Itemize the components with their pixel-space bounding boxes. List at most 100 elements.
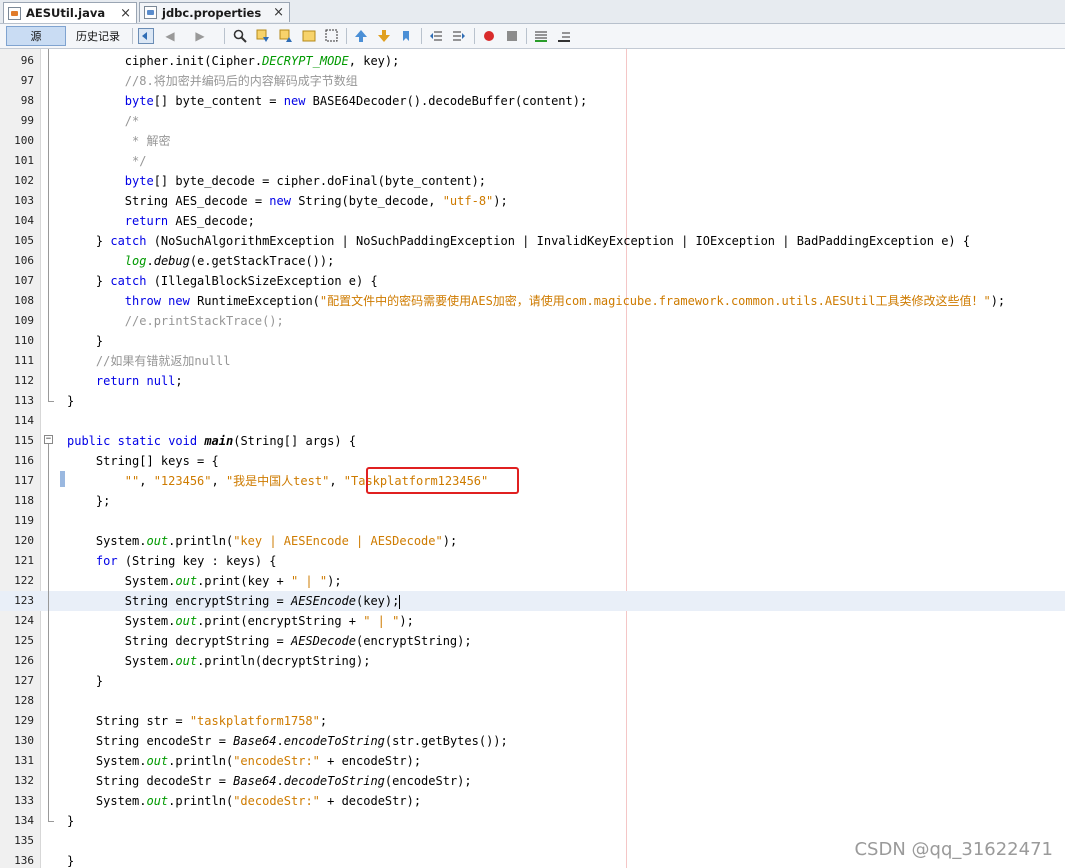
code-line[interactable]: 114 bbox=[0, 411, 1065, 431]
code-line[interactable]: 102 byte[] byte_decode = cipher.doFinal(… bbox=[0, 171, 1065, 191]
code-text[interactable]: System.out.print(encryptString + " | "); bbox=[67, 611, 414, 631]
uncomment-icon[interactable] bbox=[556, 28, 572, 44]
code-line[interactable]: 109 //e.printStackTrace(); bbox=[0, 311, 1065, 331]
code-text[interactable]: String[] keys = { bbox=[67, 451, 219, 471]
code-text[interactable]: //如果有错就返加nulll bbox=[67, 351, 231, 371]
code-text[interactable]: String AES_decode = new String(byte_deco… bbox=[67, 191, 508, 211]
code-text[interactable]: String decryptString = AESDecode(encrypt… bbox=[67, 631, 472, 651]
stop-macro-recording-icon[interactable] bbox=[504, 28, 520, 44]
code-text[interactable]: byte[] byte_decode = cipher.doFinal(byte… bbox=[67, 171, 486, 191]
code-text[interactable]: System.out.print(key + " | "); bbox=[67, 571, 342, 591]
shift-right-icon[interactable] bbox=[451, 28, 467, 44]
code-line[interactable]: 123 String encryptString = AESEncode(key… bbox=[0, 591, 1065, 611]
code-line[interactable]: 124 System.out.print(encryptString + " |… bbox=[0, 611, 1065, 631]
source-view-button[interactable]: 源 bbox=[6, 26, 66, 46]
code-text[interactable]: } catch (IllegalBlockSizeException e) { bbox=[67, 271, 378, 291]
shift-left-icon[interactable] bbox=[428, 28, 444, 44]
code-line[interactable]: 131 System.out.println("encodeStr:" + en… bbox=[0, 751, 1065, 771]
code-line[interactable]: 113} bbox=[0, 391, 1065, 411]
toggle-bookmark-icon[interactable] bbox=[399, 28, 415, 44]
code-line[interactable]: 106 log.debug(e.getStackTrace()); bbox=[0, 251, 1065, 271]
code-line[interactable]: 120 System.out.println("key | AESEncode … bbox=[0, 531, 1065, 551]
code-text[interactable]: System.out.println("encodeStr:" + encode… bbox=[67, 751, 421, 771]
code-line[interactable]: 107 } catch (IllegalBlockSizeException e… bbox=[0, 271, 1065, 291]
code-text[interactable]: */ bbox=[67, 151, 146, 171]
code-line[interactable]: 110 } bbox=[0, 331, 1065, 351]
find-next-icon[interactable] bbox=[278, 28, 294, 44]
close-tab-icon[interactable]: × bbox=[273, 5, 284, 20]
code-text[interactable]: System.out.println("key | AESEncode | AE… bbox=[67, 531, 457, 551]
next-bookmark-icon[interactable] bbox=[376, 28, 392, 44]
code-line[interactable]: 127 } bbox=[0, 671, 1065, 691]
code-text[interactable]: return null; bbox=[67, 371, 183, 391]
code-line[interactable]: 104 return AES_decode; bbox=[0, 211, 1065, 231]
code-line[interactable]: 98 byte[] byte_content = new BASE64Decod… bbox=[0, 91, 1065, 111]
code-line[interactable]: 112 return null; bbox=[0, 371, 1065, 391]
code-text[interactable]: * 解密 bbox=[67, 131, 170, 151]
code-line[interactable]: 119 bbox=[0, 511, 1065, 531]
code-line[interactable]: 116 String[] keys = { bbox=[0, 451, 1065, 471]
last-edit-icon[interactable] bbox=[138, 28, 154, 44]
forward-icon[interactable]: ▶ bbox=[192, 28, 208, 44]
code-text[interactable]: String decodeStr = Base64.decodeToString… bbox=[67, 771, 472, 791]
code-line[interactable]: 133 System.out.println("decodeStr:" + de… bbox=[0, 791, 1065, 811]
close-tab-icon[interactable]: × bbox=[120, 6, 131, 21]
code-text[interactable]: cipher.init(Cipher.DECRYPT_MODE, key); bbox=[67, 51, 400, 71]
code-text[interactable]: //e.printStackTrace(); bbox=[67, 311, 284, 331]
code-text[interactable]: String encodeStr = Base64.encodeToString… bbox=[67, 731, 508, 751]
code-text[interactable]: } bbox=[67, 331, 103, 351]
code-text[interactable]: for (String key : keys) { bbox=[67, 551, 277, 571]
code-line[interactable]: 101 */ bbox=[0, 151, 1065, 171]
code-text[interactable]: String str = "taskplatform1758"; bbox=[67, 711, 327, 731]
code-editor[interactable]: 96 cipher.init(Cipher.DECRYPT_MODE, key)… bbox=[0, 49, 1065, 868]
fold-toggle-icon[interactable]: − bbox=[44, 435, 53, 444]
find-previous-icon[interactable] bbox=[255, 28, 271, 44]
code-line[interactable]: 99 /* bbox=[0, 111, 1065, 131]
code-text[interactable]: /* bbox=[67, 111, 139, 131]
code-line[interactable]: 118 }; bbox=[0, 491, 1065, 511]
code-line[interactable]: 122 System.out.print(key + " | "); bbox=[0, 571, 1065, 591]
back-icon[interactable]: ◀ bbox=[162, 28, 178, 44]
code-text[interactable]: } bbox=[67, 851, 74, 868]
code-text[interactable]: //8.将加密并编码后的内容解码成字节数组 bbox=[67, 71, 358, 91]
code-text[interactable]: String encryptString = AESEncode(key); bbox=[67, 591, 401, 611]
code-line[interactable]: 132 String decodeStr = Base64.decodeToSt… bbox=[0, 771, 1065, 791]
code-text[interactable]: System.out.println(decryptString); bbox=[67, 651, 371, 671]
tab-jdbc-properties[interactable]: jdbc.properties × bbox=[139, 2, 290, 22]
code-line[interactable]: 121 for (String key : keys) { bbox=[0, 551, 1065, 571]
code-text[interactable]: log.debug(e.getStackTrace()); bbox=[67, 251, 335, 271]
comment-icon[interactable] bbox=[533, 28, 549, 44]
code-text[interactable]: } catch (NoSuchAlgorithmException | NoSu… bbox=[67, 231, 970, 251]
code-line[interactable]: 115 public static void main(String[] args… bbox=[0, 431, 1065, 451]
find-icon[interactable] bbox=[232, 28, 248, 44]
toggle-rect-selection-icon[interactable] bbox=[324, 28, 340, 44]
code-text[interactable]: System.out.println("decodeStr:" + decode… bbox=[67, 791, 421, 811]
code-line[interactable]: 129 String str = "taskplatform1758"; bbox=[0, 711, 1065, 731]
code-line[interactable]: 105 } catch (NoSuchAlgorithmException | … bbox=[0, 231, 1065, 251]
code-line[interactable]: 108 throw new RuntimeException("配置文件中的密码… bbox=[0, 291, 1065, 311]
code-text[interactable]: byte[] byte_content = new BASE64Decoder(… bbox=[67, 91, 587, 111]
code-line[interactable]: 117 "", "123456", "我是中国人test", "Taskplat… bbox=[0, 471, 1065, 491]
code-text[interactable]: }; bbox=[67, 491, 110, 511]
toggle-highlight-icon[interactable] bbox=[301, 28, 317, 44]
code-line[interactable]: 96 cipher.init(Cipher.DECRYPT_MODE, key)… bbox=[0, 51, 1065, 71]
code-line[interactable]: 97 //8.将加密并编码后的内容解码成字节数组 bbox=[0, 71, 1065, 91]
history-view-button[interactable]: 历史记录 bbox=[70, 26, 126, 46]
code-line[interactable]: 126 System.out.println(decryptString); bbox=[0, 651, 1065, 671]
code-line[interactable]: 100 * 解密 bbox=[0, 131, 1065, 151]
code-line[interactable]: 103 String AES_decode = new String(byte_… bbox=[0, 191, 1065, 211]
code-line[interactable]: 128 bbox=[0, 691, 1065, 711]
tab-aesutil-java[interactable]: AESUtil.java × bbox=[3, 2, 137, 23]
code-text[interactable]: throw new RuntimeException("配置文件中的密码需要使用… bbox=[67, 291, 1005, 311]
code-line[interactable]: 125 String decryptString = AESDecode(enc… bbox=[0, 631, 1065, 651]
code-text[interactable]: } bbox=[67, 391, 74, 411]
code-text[interactable]: public static void main(String[] args) { bbox=[67, 431, 356, 451]
code-text[interactable]: } bbox=[67, 811, 74, 831]
code-text[interactable]: } bbox=[67, 671, 103, 691]
code-text[interactable]: return AES_decode; bbox=[67, 211, 255, 231]
previous-bookmark-icon[interactable] bbox=[353, 28, 369, 44]
code-line[interactable]: 130 String encodeStr = Base64.encodeToSt… bbox=[0, 731, 1065, 751]
code-line[interactable]: 134} bbox=[0, 811, 1065, 831]
start-macro-recording-icon[interactable] bbox=[481, 28, 497, 44]
code-line[interactable]: 111 //如果有错就返加nulll bbox=[0, 351, 1065, 371]
